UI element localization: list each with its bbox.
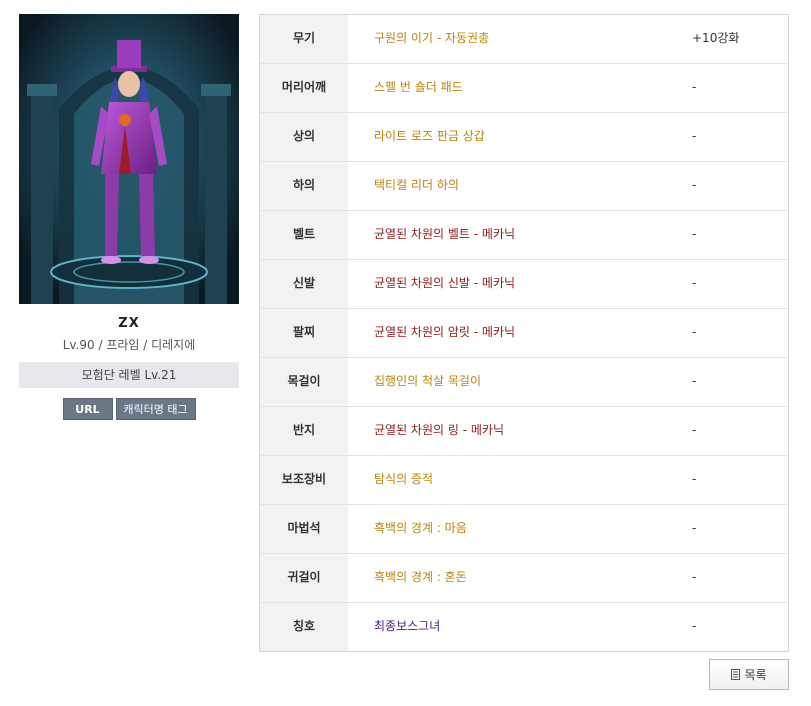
- equipment-item-name[interactable]: 택티컬 리더 하의: [348, 162, 692, 210]
- equipment-item-name[interactable]: 균열된 차원의 벨트 - 메카닉: [348, 211, 692, 259]
- equipment-slot-label: 목걸이: [260, 358, 348, 406]
- equipment-item-name[interactable]: 집행인의 척살 목걸이: [348, 358, 692, 406]
- equipment-row: 벨트 균열된 차원의 벨트 - 메카닉 -: [260, 211, 788, 260]
- equipment-row: 신발 균열된 차원의 신발 - 메카닉 -: [260, 260, 788, 309]
- equipment-slot-label: 팔찌: [260, 309, 348, 357]
- character-info: Lv.90 / 프라임 / 디레지에: [62, 338, 196, 352]
- equipment-item-name[interactable]: 흑백의 경계 : 혼돈: [348, 554, 692, 602]
- equipment-row: 상의 라이트 로즈 판금 상갑 -: [260, 113, 788, 162]
- equipment-enhancement: -: [692, 619, 697, 633]
- equipment-enhancement: -: [692, 423, 697, 437]
- equipment-item-name[interactable]: 최종보스그녀: [348, 603, 692, 651]
- equipment-table: 무기 구원의 이기 - 자동권총 +10강화 머리어깨 스펠 번 숄더 패드 - 상의 라이트…: [259, 14, 789, 652]
- equipment-slot-label: 벨트: [260, 211, 348, 259]
- equipment-slot-label: 머리어깨: [260, 64, 348, 112]
- name-tag-button[interactable]: 캐릭터명 태그: [115, 398, 196, 420]
- equipment-slot-label: 칭호: [260, 603, 348, 651]
- equipment-enhancement: -: [692, 227, 697, 241]
- equipment-item-name[interactable]: 스펠 번 숄더 패드: [348, 64, 692, 112]
- equipment-slot-label: 신발: [260, 260, 348, 308]
- equipment-row: 칭호 최종보스그녀 -: [260, 603, 788, 651]
- equipment-enhancement: -: [692, 178, 697, 192]
- adventure-guild-level: 모험단 레벨 Lv.21: [19, 362, 239, 388]
- document-icon: [731, 669, 741, 680]
- equipment-row: 하의 택티컬 리더 하의 -: [260, 162, 788, 211]
- equipment-enhancement: -: [692, 570, 697, 584]
- equipment-item-name[interactable]: 흑백의 경계 : 마음: [348, 505, 692, 553]
- equipment-enhancement: -: [692, 521, 697, 535]
- equipment-enhancement: -: [692, 374, 697, 388]
- equipment-item-name[interactable]: 균열된 차원의 링 - 메카닉: [348, 407, 692, 455]
- equipment-item-name[interactable]: 구원의 이기 - 자동권총: [348, 15, 692, 63]
- share-buttons: URL 캐릭터명 태그: [19, 398, 239, 420]
- equipment-slot-label: 하의: [260, 162, 348, 210]
- equipment-item-name[interactable]: 탐식의 증적: [348, 456, 692, 504]
- equipment-row: 반지 균열된 차원의 링 - 메카닉 -: [260, 407, 788, 456]
- equipment-enhancement: -: [692, 325, 697, 339]
- equipment-item-name[interactable]: 균열된 차원의 신발 - 메카닉: [348, 260, 692, 308]
- equipment-row: 목걸이 집행인의 척살 목걸이 -: [260, 358, 788, 407]
- equipment-slot-label: 마법석: [260, 505, 348, 553]
- url-button[interactable]: URL: [62, 398, 113, 420]
- equipment-row: 귀걸이 흑백의 경계 : 혼돈 -: [260, 554, 788, 603]
- equipment-slot-label: 반지: [260, 407, 348, 455]
- character-portrait: [19, 14, 239, 304]
- equipment-row: 머리어깨 스펠 번 숄더 패드 -: [260, 64, 788, 113]
- equipment-enhancement: -: [692, 472, 697, 486]
- equipment-row: 마법석 흑백의 경계 : 마음 -: [260, 505, 788, 554]
- equipment-enhancement: -: [692, 276, 697, 290]
- equipment-row: 팔찌 균열된 차원의 암릿 - 메카닉 -: [260, 309, 788, 358]
- equipment-enhancement: -: [692, 80, 697, 94]
- equipment-item-name[interactable]: 균열된 차원의 암릿 - 메카닉: [348, 309, 692, 357]
- equipment-slot-label: 상의: [260, 113, 348, 161]
- character-panel: ZX Lv.90 / 프라임 / 디레지에 모험단 레벨 Lv.21 URL 캐…: [19, 14, 239, 420]
- equipment-enhancement: -: [692, 129, 697, 143]
- character-name: ZX: [118, 316, 140, 331]
- equipment-row: 무기 구원의 이기 - 자동권총 +10강화: [260, 15, 788, 64]
- equipment-slot-label: 보조장비: [260, 456, 348, 504]
- equipment-slot-label: 귀걸이: [260, 554, 348, 602]
- equipment-item-name[interactable]: 라이트 로즈 판금 상갑: [348, 113, 692, 161]
- list-button[interactable]: 목록: [709, 659, 789, 690]
- equipment-enhancement: +10강화: [692, 31, 740, 45]
- list-button-label: 목록: [744, 668, 767, 682]
- equipment-slot-label: 무기: [260, 15, 348, 63]
- equipment-row: 보조장비 탐식의 증적 -: [260, 456, 788, 505]
